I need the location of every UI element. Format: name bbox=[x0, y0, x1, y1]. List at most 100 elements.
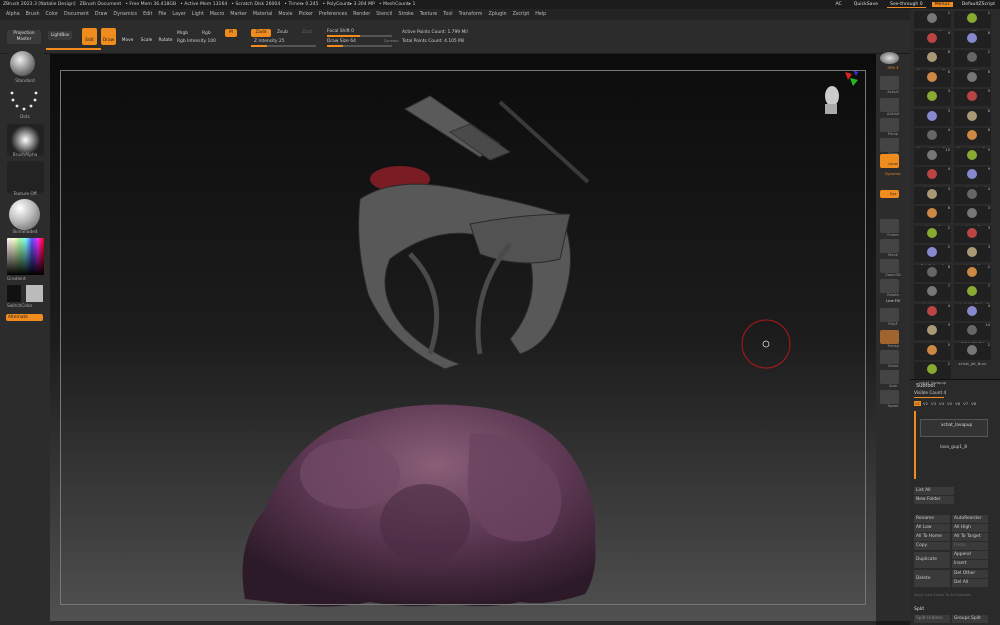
new-folder-button[interactable]: New Folder bbox=[914, 496, 954, 504]
tool-thumbnail[interactable]: 8xchat_command bbox=[954, 69, 991, 93]
menu-zplugin[interactable]: Zplugin bbox=[488, 12, 506, 17]
subtool-item[interactable]: lava_gup1_8 bbox=[920, 441, 988, 455]
draw-size-slider[interactable]: Draw Size 64 bbox=[327, 39, 356, 44]
mrgb-button[interactable]: Mrgb bbox=[177, 31, 188, 36]
menu-light[interactable]: Light bbox=[192, 12, 204, 17]
menu-zscript[interactable]: Zscript bbox=[513, 12, 530, 17]
tool-thumbnail[interactable]: 8Merged_Fishmon bbox=[914, 264, 951, 288]
append-button[interactable]: Append bbox=[952, 551, 988, 559]
focal-shift-slider[interactable]: Focal Shift 0 bbox=[327, 29, 354, 34]
rotate-button[interactable]: Rotate bbox=[158, 30, 173, 45]
tool-thumbnail[interactable]: 8xchat_command bbox=[914, 69, 951, 93]
tool-thumbnail[interactable]: 9xchat_command bbox=[954, 89, 991, 112]
tool-thumbnail[interactable]: 3xchat_dragon_xxx bbox=[954, 225, 991, 249]
floor-icon[interactable] bbox=[880, 138, 899, 152]
solo-icon[interactable] bbox=[880, 370, 899, 384]
tool-thumbnail[interactable]: 3xchat_dragonn bbox=[914, 186, 951, 210]
projection-master-button[interactable]: Projection Master bbox=[7, 30, 41, 44]
persp-icon[interactable] bbox=[880, 118, 899, 132]
tool-thumbnail[interactable]: 4xchat_hk_floater bbox=[914, 303, 951, 327]
tool-thumbnail[interactable]: 7xchat_hk_Elder_P bbox=[954, 284, 991, 307]
move-button[interactable]: Move bbox=[120, 30, 135, 45]
tool-thumbnail[interactable]: 9xchat_horned_co bbox=[914, 323, 951, 346]
groups-split-button[interactable]: Groups Split bbox=[952, 615, 988, 623]
default-zscript-button[interactable]: DefaultZScript bbox=[959, 2, 998, 7]
tab-v8[interactable]: V8 bbox=[970, 401, 977, 406]
visible-count-slider[interactable]: Visible Count 4 bbox=[914, 391, 946, 396]
all-low-button[interactable]: All Low bbox=[914, 524, 950, 532]
menu-texture[interactable]: Texture bbox=[420, 12, 438, 17]
tab-v1[interactable]: V1 bbox=[914, 401, 922, 406]
rotate-view-icon[interactable] bbox=[880, 279, 899, 293]
all-to-home-button[interactable]: All To Home bbox=[914, 533, 950, 541]
polyf-icon[interactable] bbox=[880, 308, 899, 322]
menu-document[interactable]: Document bbox=[64, 12, 89, 17]
zadd-button[interactable]: Zadd bbox=[251, 29, 271, 37]
menu-stroke[interactable]: Stroke bbox=[398, 12, 413, 17]
line-fill-label[interactable]: Line Fill bbox=[876, 299, 910, 303]
move-view-icon[interactable] bbox=[880, 239, 899, 253]
scale-button[interactable]: Scale bbox=[139, 30, 154, 45]
texture-slot[interactable] bbox=[7, 161, 44, 193]
menu-transform[interactable]: Transform bbox=[459, 12, 483, 17]
tool-thumbnail[interactable]: 9creature_base9 bbox=[954, 167, 991, 190]
menu-color[interactable]: Color bbox=[45, 12, 58, 17]
tool-thumbnail[interactable]: 8xchat_command bbox=[954, 30, 991, 54]
transp-icon[interactable] bbox=[880, 330, 899, 344]
menu-marker[interactable]: Marker bbox=[230, 12, 247, 17]
tool-thumbnail[interactable]: 5JET_PACK_CAT bbox=[914, 342, 951, 366]
del-all-button[interactable]: Del All bbox=[952, 579, 988, 587]
secondary-color-swatch[interactable] bbox=[26, 285, 43, 302]
tab-v4[interactable]: V4 bbox=[938, 401, 945, 406]
tool-thumbnail[interactable]: 2creature02_merc bbox=[954, 11, 991, 34]
tool-thumbnail[interactable]: 4xchat_doom bbox=[914, 167, 951, 190]
menu-edit[interactable]: Edit bbox=[143, 12, 152, 17]
tool-thumbnail[interactable]: 2PolySphere1 bbox=[914, 245, 951, 268]
menu-material[interactable]: Material bbox=[253, 12, 273, 17]
frame-icon[interactable] bbox=[880, 219, 899, 233]
ghost-icon[interactable] bbox=[880, 350, 899, 364]
menu-file[interactable]: File bbox=[158, 12, 166, 17]
tool-thumbnail[interactable]: 3xchat_elite bbox=[954, 245, 991, 268]
tool-thumbnail[interactable]: 8dragon2 bbox=[914, 206, 951, 229]
material-slot[interactable] bbox=[7, 199, 44, 231]
menu-stencil[interactable]: Stencil bbox=[376, 12, 392, 17]
main-color-swatch[interactable] bbox=[7, 285, 21, 302]
actual-icon[interactable] bbox=[880, 76, 899, 90]
switch-color-button[interactable]: SwitchColor bbox=[0, 304, 50, 309]
delete-button[interactable]: Delete bbox=[914, 570, 950, 587]
menu-movie[interactable]: Movie bbox=[278, 12, 292, 17]
tool-thumbnail[interactable]: 9xchat_deadspace bbox=[954, 147, 991, 171]
menu-picker[interactable]: Picker bbox=[299, 12, 313, 17]
tool-thumbnail[interactable]: 2creature02 bbox=[914, 11, 951, 34]
tool-thumbnail[interactable]: 8FemaleYoungTw bbox=[954, 128, 991, 151]
tool-thumbnail[interactable]: 8FemaleYoungTw bbox=[914, 50, 951, 73]
all-to-target-button[interactable]: All To Target bbox=[952, 533, 988, 541]
duplicate-button[interactable]: Duplicate bbox=[914, 552, 950, 568]
tool-thumbnail[interactable]: 3dragon2 bbox=[954, 206, 991, 229]
dynamic-toggle[interactable]: Dynamic bbox=[384, 39, 399, 43]
alpha-slot[interactable] bbox=[7, 124, 44, 156]
tool-thumbnail[interactable]: 2 xchat_Jet_Burn bbox=[954, 342, 991, 366]
xpose-icon[interactable] bbox=[880, 390, 899, 404]
menu-tool[interactable]: Tool bbox=[443, 12, 452, 17]
menu-alpha[interactable]: Alpha bbox=[6, 12, 20, 17]
ac-button[interactable]: AC bbox=[833, 2, 845, 7]
all-high-button[interactable]: All High bbox=[952, 524, 988, 532]
menu-dynamics[interactable]: Dynamics bbox=[113, 12, 137, 17]
rgb-intensity-slider[interactable]: Rgb Intensity 100 bbox=[177, 39, 216, 44]
del-other-button[interactable]: Del Other bbox=[952, 570, 988, 578]
tool-thumbnail[interactable]: 3FemaleYoungTw bbox=[914, 108, 951, 132]
edit-button[interactable]: Edit bbox=[82, 28, 97, 45]
rgb-button[interactable]: Rgb bbox=[202, 31, 211, 36]
z-intensity-slider[interactable]: Z Intensity 25 bbox=[254, 39, 285, 44]
tool-thumbnail[interactable]: 4xchat_hk_yellow bbox=[954, 303, 991, 327]
tab-v2[interactable]: V2 bbox=[922, 401, 929, 406]
m-button[interactable]: M bbox=[225, 29, 237, 37]
brush-slot[interactable] bbox=[7, 49, 44, 77]
tab-v5[interactable]: V5 bbox=[946, 401, 953, 406]
paste-button[interactable]: Paste bbox=[952, 542, 988, 550]
menu-help[interactable]: Help bbox=[535, 12, 546, 17]
subtool-title[interactable]: Subtool bbox=[916, 383, 935, 389]
tab-v7[interactable]: V7 bbox=[962, 401, 969, 406]
